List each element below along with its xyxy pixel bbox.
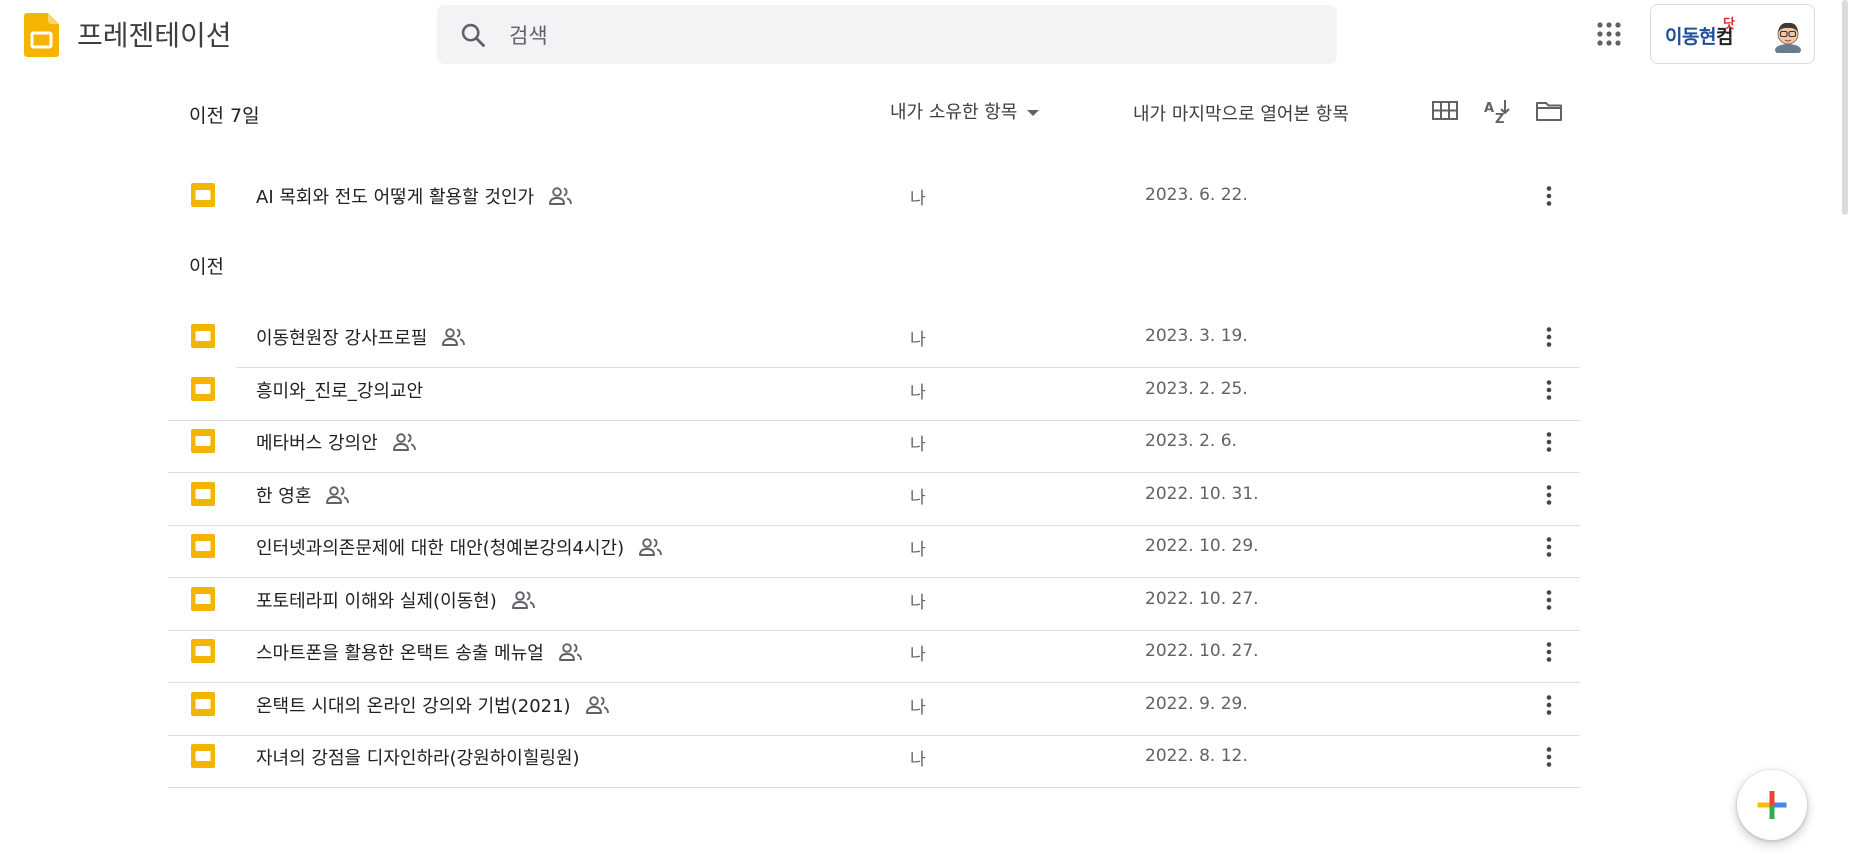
- file-name-text: 이동현원장 강사프로필: [256, 328, 428, 349]
- slides-logo-icon[interactable]: [24, 13, 59, 57]
- slides-file-icon: [191, 183, 215, 207]
- file-row[interactable]: 자녀의 강점을 디자인하라(강원하이힐링원) 나 2022. 8. 12.: [168, 726, 1580, 788]
- slides-file-icon: [191, 324, 215, 348]
- shared-people-icon: [511, 589, 537, 611]
- file-owner: 나: [910, 330, 926, 350]
- sort-az-icon[interactable]: A Z: [1481, 95, 1513, 127]
- file-name-text: 스마트폰을 활용한 온택트 송출 메뉴얼: [256, 643, 544, 664]
- file-name-text: AI 목회와 전도 어떻게 활용할 것인가: [256, 187, 535, 208]
- slides-file-icon: [191, 429, 215, 453]
- file-last-opened-date: 2022. 10. 27.: [1145, 588, 1259, 609]
- more-options-icon[interactable]: [1534, 742, 1564, 772]
- file-owner: 나: [910, 487, 926, 508]
- group-label-earlier: 이전: [189, 256, 224, 278]
- shared-people-icon: [392, 431, 418, 453]
- file-last-opened-date: 2022. 10. 31.: [1145, 483, 1259, 504]
- file-last-opened-date: 2023. 2. 25.: [1145, 378, 1248, 399]
- file-name: AI 목회와 전도 어떻게 활용할 것인가: [256, 183, 574, 209]
- more-options-icon[interactable]: [1534, 427, 1564, 457]
- more-options-icon[interactable]: [1534, 322, 1564, 352]
- account-button[interactable]: 이동현컴 닷: [1650, 4, 1815, 64]
- owner-filter-label: 내가 소유한 항목: [890, 102, 1018, 123]
- file-name: 인터넷과의존문제에 대한 대안(청예본강의4시간): [256, 534, 664, 560]
- svg-text:Z: Z: [1495, 112, 1504, 127]
- file-owner: 나: [910, 540, 926, 560]
- file-owner: 나: [910, 189, 926, 209]
- file-name-text: 포토테라피 이해와 실제(이동현): [256, 590, 497, 612]
- avatar[interactable]: [1770, 17, 1806, 56]
- shared-people-icon: [548, 185, 574, 207]
- file-name: 자녀의 강점을 디자인하라(강원하이힐링원): [256, 744, 580, 770]
- file-last-opened-date: 2022. 8. 12.: [1145, 746, 1248, 766]
- file-row[interactable]: AI 목회와 전도 어떻게 활용할 것인가 나 2023. 6. 22.: [168, 165, 1580, 227]
- file-name: 온택트 시대의 온라인 강의와 기법(2021): [256, 692, 611, 718]
- more-options-icon[interactable]: [1534, 181, 1564, 211]
- file-owner: 나: [910, 382, 926, 403]
- folder-icon[interactable]: [1533, 95, 1565, 127]
- slides-file-icon: [191, 534, 215, 558]
- file-owner: 나: [910, 435, 926, 455]
- scrollbar-thumb[interactable]: [1842, 0, 1848, 215]
- search-icon[interactable]: [459, 21, 487, 49]
- slides-file-icon: [191, 691, 215, 716]
- file-last-opened-date: 2022. 9. 29.: [1145, 693, 1248, 714]
- slides-file-icon: [191, 639, 215, 663]
- shared-people-icon: [638, 536, 664, 558]
- file-last-opened-date: 2023. 3. 19.: [1145, 326, 1248, 346]
- search-box[interactable]: [437, 5, 1337, 66]
- brand-logo: 이동현컴 닷: [1665, 17, 1735, 49]
- file-name: 스마트폰을 활용한 온택트 송출 메뉴얼: [256, 639, 584, 665]
- file-owner: 나: [910, 750, 926, 770]
- file-name-text: 한 영혼: [256, 485, 312, 507]
- owner-filter-dropdown[interactable]: 내가 소유한 항목: [890, 98, 1040, 124]
- caret-down-icon: [1027, 109, 1040, 116]
- slides-file-icon: [191, 481, 215, 506]
- slides-file-icon: [191, 586, 215, 611]
- file-name: 흥미와_진로_강의교안: [256, 377, 423, 403]
- more-options-icon[interactable]: [1534, 375, 1564, 405]
- more-options-icon[interactable]: [1534, 532, 1564, 562]
- file-name-text: 인터넷과의존문제에 대한 대안(청예본강의4시간): [256, 538, 625, 559]
- new-presentation-button[interactable]: [1737, 770, 1807, 840]
- file-owner: 나: [910, 697, 926, 718]
- shared-people-icon: [558, 641, 584, 663]
- app-title: 프레젠테이션: [77, 19, 232, 52]
- file-last-opened-date: 2022. 10. 27.: [1145, 641, 1259, 661]
- more-options-icon[interactable]: [1534, 690, 1564, 720]
- shared-people-icon: [441, 326, 467, 348]
- file-name-text: 흥미와_진로_강의교안: [256, 380, 424, 402]
- file-owner: 나: [910, 592, 926, 613]
- plus-icon: [1757, 791, 1787, 819]
- file-last-opened-date: 2023. 2. 6.: [1145, 431, 1237, 451]
- slides-file-icon: [191, 744, 215, 768]
- grid-view-icon[interactable]: [1429, 95, 1461, 127]
- file-name: 이동현원장 강사프로필: [256, 324, 467, 350]
- svg-text:A: A: [1484, 101, 1494, 116]
- file-name: 한 영혼: [256, 482, 351, 508]
- section-title-last-7-days: 이전 7일: [189, 105, 260, 127]
- shared-people-icon: [325, 484, 351, 506]
- sort-by-last-opened[interactable]: 내가 마지막으로 열어본 항목: [1133, 100, 1349, 126]
- google-apps-icon[interactable]: [1596, 21, 1622, 47]
- file-name-text: 메타버스 강의안: [256, 433, 378, 454]
- shared-people-icon: [585, 694, 611, 716]
- file-name-text: 온택트 시대의 온라인 강의와 기법(2021): [256, 695, 571, 717]
- file-name: 포토테라피 이해와 실제(이동현): [256, 587, 537, 613]
- file-owner: 나: [910, 645, 926, 665]
- file-name: 메타버스 강의안: [256, 429, 418, 455]
- list-header: 이전 7일 내가 소유한 항목 내가 마지막으로 열어본 항목 A Z: [0, 80, 1850, 144]
- file-last-opened-date: 2022. 10. 29.: [1145, 536, 1259, 556]
- top-header: 프레젠테이션 이동현컴 닷: [0, 0, 1850, 68]
- more-options-icon[interactable]: [1534, 637, 1564, 667]
- file-name-text: 자녀의 강점을 디자인하라(강원하이힐링원): [256, 748, 580, 769]
- file-last-opened-date: 2023. 6. 22.: [1145, 185, 1248, 205]
- more-options-icon[interactable]: [1534, 480, 1564, 510]
- brand-name: 이동현: [1665, 26, 1716, 48]
- search-input[interactable]: [507, 5, 1311, 66]
- slides-file-icon: [191, 376, 215, 401]
- more-options-icon[interactable]: [1534, 585, 1564, 615]
- brand-mark: 닷: [1723, 17, 1735, 32]
